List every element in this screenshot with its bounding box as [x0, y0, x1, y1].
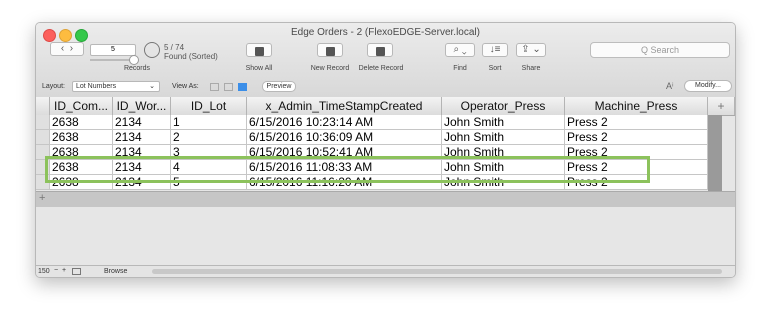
show-all-button[interactable]	[246, 43, 272, 57]
table-cell[interactable]: 2638	[50, 130, 113, 145]
table-cell[interactable]: 2	[171, 130, 247, 145]
column-header[interactable]: ID_Com...	[50, 97, 113, 115]
row-highlight-outline	[45, 156, 650, 183]
find-button[interactable]: ⌕ ⌄	[445, 43, 475, 57]
delete-record-icon	[375, 47, 385, 56]
view-as-label: View As:	[172, 83, 199, 90]
layout-bar: Layout: Lot Numbers ⌄ View As: Preview A…	[36, 80, 735, 94]
header-corner	[36, 97, 50, 115]
chevron-right-icon[interactable]: ›	[70, 43, 73, 54]
sort-icon: ↓≡	[489, 44, 501, 55]
current-record-input[interactable]: 5	[90, 44, 136, 56]
delete-record-label: Delete Record	[358, 65, 404, 72]
found-count-text: 5 / 74	[164, 43, 185, 52]
share-label: Share	[521, 65, 541, 72]
status-toolbar-toggle-icon[interactable]	[72, 268, 81, 275]
table-row[interactable]: 2638 2134 2 6/15/2016 10:36:09 AM John S…	[36, 130, 735, 145]
quick-search-input[interactable]: Q Search	[590, 42, 730, 58]
column-header[interactable]: Machine_Press	[565, 97, 708, 115]
found-count: 5 / 74 Found (Sorted)	[164, 43, 218, 61]
row-handle[interactable]	[36, 130, 50, 145]
status-bar: 150 − + Browse	[36, 265, 735, 277]
column-header[interactable]: Operator_Press	[442, 97, 565, 115]
delete-record-button[interactable]	[367, 43, 393, 57]
new-record-button[interactable]	[317, 43, 343, 57]
records-stack-icon	[254, 47, 264, 56]
table-cell[interactable]: John Smith	[442, 130, 565, 145]
add-row-button[interactable]: +	[39, 192, 45, 204]
window-title: Edge Orders - 2 (FlexoEDGE-Server.local)	[291, 27, 480, 38]
zoom-out-icon[interactable]: −	[54, 267, 58, 274]
table-cell[interactable]: 2134	[113, 130, 171, 145]
layout-label: Layout:	[42, 83, 65, 90]
chevron-down-icon: ⌄	[149, 83, 155, 90]
preview-button[interactable]: Preview	[262, 81, 296, 92]
horizontal-scrollbar[interactable]	[152, 269, 722, 274]
show-all-label: Show All	[245, 65, 273, 72]
layout-select-value: Lot Numbers	[76, 83, 117, 90]
sort-button[interactable]: ↓≡	[482, 43, 508, 57]
form-view-icon[interactable]	[210, 83, 219, 91]
record-nav-arrows[interactable]: ‹ ›	[50, 42, 84, 56]
found-status-text: Found (Sorted)	[164, 52, 218, 61]
layout-select[interactable]: Lot Numbers ⌄	[72, 81, 160, 92]
table-view-icon[interactable]	[238, 83, 247, 91]
table-cell[interactable]: 6/15/2016 10:36:09 AM	[247, 130, 442, 145]
new-record-icon	[325, 47, 335, 56]
zoom-in-icon[interactable]: +	[62, 267, 66, 274]
table-header: ID_Com... ID_Wor... ID_Lot x_Admin_TimeS…	[36, 97, 735, 116]
text-format-icon[interactable]: Aⁱ	[666, 81, 674, 92]
table-cell[interactable]: 2638	[50, 115, 113, 130]
table-cell[interactable]: John Smith	[442, 115, 565, 130]
mode-label[interactable]: Browse	[104, 268, 127, 275]
zoom-level[interactable]: 150	[38, 268, 50, 275]
record-slider-knob[interactable]	[129, 55, 139, 65]
list-view-icon[interactable]	[224, 83, 233, 91]
table-cell[interactable]: 1	[171, 115, 247, 130]
table-cell[interactable]: 2134	[113, 115, 171, 130]
table-row[interactable]: 2638 2134 1 6/15/2016 10:23:14 AM John S…	[36, 115, 735, 130]
share-button[interactable]: ⇪ ⌄	[516, 43, 546, 57]
search-icon: ⌕	[453, 44, 460, 55]
find-label: Find	[453, 65, 467, 72]
column-header[interactable]: ID_Lot	[171, 97, 247, 115]
table-cell[interactable]: Press 2	[565, 130, 708, 145]
table-cell[interactable]: Press 2	[565, 115, 708, 130]
app-window: Edge Orders - 2 (FlexoEDGE-Server.local)…	[35, 22, 736, 278]
share-icon: ⇪	[521, 44, 530, 55]
records-label: Records	[123, 65, 151, 72]
column-header[interactable]: x_Admin_TimeStampCreated	[247, 97, 442, 115]
add-row-bar[interactable]: +	[36, 191, 735, 207]
toolbar: Edge Orders - 2 (FlexoEDGE-Server.local)…	[36, 23, 735, 98]
column-header[interactable]: ID_Wor...	[113, 97, 171, 115]
sort-label: Sort	[488, 65, 502, 72]
row-handle[interactable]	[36, 115, 50, 130]
chevron-left-icon[interactable]: ‹	[61, 43, 64, 54]
modify-button[interactable]: Modify...	[684, 80, 732, 92]
found-set-pie-icon	[144, 42, 160, 58]
add-column-button[interactable]: +	[708, 97, 735, 115]
table-cell[interactable]: 6/15/2016 10:23:14 AM	[247, 115, 442, 130]
column-gutter	[708, 115, 722, 192]
new-record-label: New Record	[310, 65, 350, 72]
